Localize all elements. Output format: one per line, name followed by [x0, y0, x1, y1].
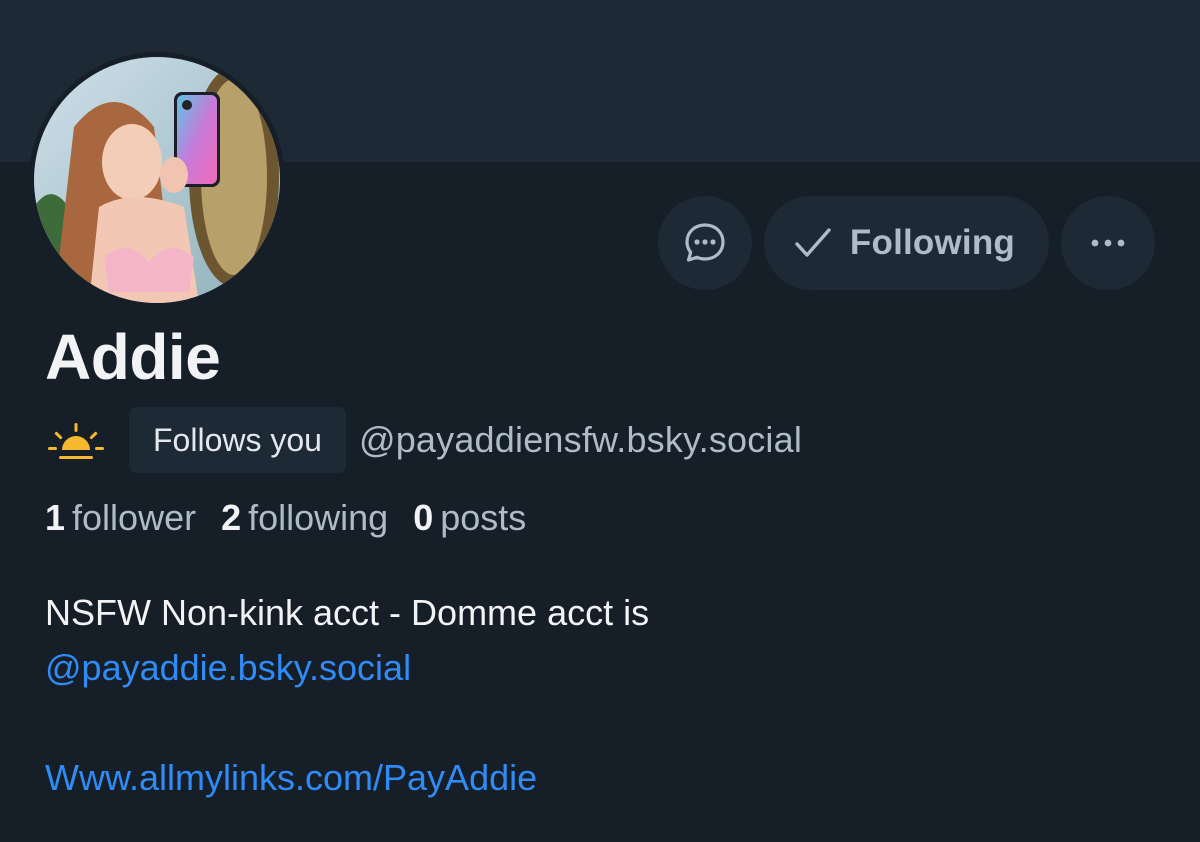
posts-label: posts: [440, 497, 527, 538]
followers-stat[interactable]: 1 follower: [45, 497, 196, 539]
message-button[interactable]: [657, 196, 752, 290]
profile-meta-row: Follows you @payaddiensfw.bsky.social: [45, 407, 802, 473]
avatar[interactable]: [29, 52, 285, 308]
followers-count: 1: [45, 497, 66, 538]
posts-count: 0: [413, 497, 434, 538]
bio-mention-link[interactable]: @payaddie.bsky.social: [45, 640, 649, 695]
sunrise-icon: [48, 423, 104, 459]
posts-stat: 0 posts: [413, 497, 526, 539]
profile-stats: 1 follower 2 following 0 posts: [45, 497, 526, 539]
ellipsis-icon: [1091, 239, 1125, 247]
profile-bio: NSFW Non-kink acct - Domme acct is @paya…: [45, 585, 649, 805]
following-count: 2: [221, 497, 242, 538]
following-button[interactable]: Following: [763, 196, 1049, 290]
follows-you-badge: Follows you: [129, 407, 346, 473]
following-label: following: [248, 497, 389, 538]
bio-line: NSFW Non-kink acct - Domme acct is: [45, 592, 650, 633]
more-options-button[interactable]: [1061, 196, 1155, 290]
avatar-photo: [34, 57, 280, 303]
check-icon: [795, 228, 831, 257]
followers-label: follower: [72, 497, 197, 538]
chat-bubble-icon: [685, 223, 725, 262]
following-button-label: Following: [849, 223, 1015, 262]
bio-website-link[interactable]: Www.allmylinks.com/PayAddie: [45, 750, 649, 805]
profile-actions: Following: [657, 196, 1155, 290]
bio-spacer: [45, 695, 649, 750]
display-name: Addie: [45, 321, 221, 393]
following-stat[interactable]: 2 following: [221, 497, 388, 539]
profile-page: Following Addie Follows you @payaddiensf…: [0, 0, 1200, 842]
profile-handle: @payaddiensfw.bsky.social: [358, 419, 803, 460]
